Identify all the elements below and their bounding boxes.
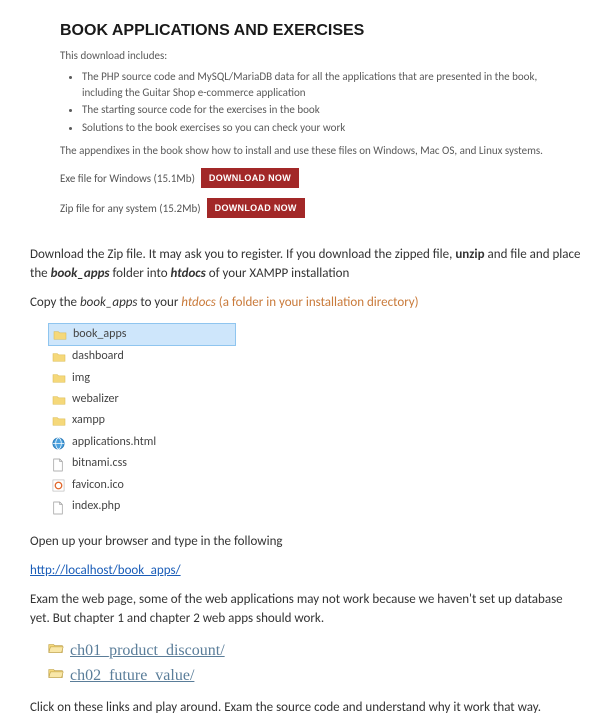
list-item: The starting source code for the exercis…: [82, 102, 552, 117]
folder-icon: [52, 372, 66, 384]
instruction-download: Download the Zip file. It may ask you to…: [30, 246, 582, 284]
page-title: BOOK APPLICATIONS AND EXERCISES: [60, 22, 552, 40]
globe-icon: [52, 437, 66, 449]
file-item[interactable]: xampp: [48, 410, 236, 431]
file-item[interactable]: index.php: [48, 496, 236, 517]
instructions-content: Download the Zip file. It may ask you to…: [20, 246, 592, 718]
localhost-link[interactable]: http://localhost/book_apps/: [30, 563, 181, 578]
folder-icon: [52, 351, 66, 363]
app-link-row: ch01_product_discount/: [48, 639, 582, 662]
intro-text: This download includes:: [60, 48, 552, 63]
file-item[interactable]: book_apps: [48, 323, 236, 346]
file-name: bitnami.css: [72, 455, 127, 472]
file-name: webalizer: [72, 391, 119, 408]
file-icon: [52, 501, 66, 513]
edge-icon: [52, 479, 66, 491]
file-item[interactable]: dashboard: [48, 346, 236, 367]
download-row-exe: Exe file for Windows (15.1Mb) DOWNLOAD N…: [60, 168, 552, 188]
list-item: The PHP source code and MySQL/MariaDB da…: [82, 69, 552, 100]
instruction-browser: Open up your browser and type in the fol…: [30, 533, 582, 552]
instruction-play: Click on these links and play around. Ex…: [30, 699, 582, 718]
file-icon: [52, 458, 66, 470]
includes-list: The PHP source code and MySQL/MariaDB da…: [82, 69, 552, 135]
appendix-text: The appendixes in the book show how to i…: [60, 143, 552, 158]
app-link[interactable]: ch01_product_discount/: [70, 639, 225, 662]
file-item[interactable]: bitnami.css: [48, 453, 236, 474]
download-zip-button[interactable]: DOWNLOAD NOW: [207, 198, 305, 218]
folder-icon: [52, 415, 66, 427]
file-name: img: [72, 370, 90, 387]
download-row-zip: Zip file for any system (15.2Mb) DOWNLOA…: [60, 198, 552, 218]
file-explorer-list: book_apps dashboard img webalizer xampp appli…: [48, 323, 582, 518]
file-item[interactable]: webalizer: [48, 389, 236, 410]
file-item[interactable]: img: [48, 368, 236, 389]
app-links-block: ch01_product_discount/ch02_future_value/: [30, 639, 582, 687]
instruction-exam: Exam the web page, some of the web appli…: [30, 591, 582, 629]
download-exe-button[interactable]: DOWNLOAD NOW: [201, 168, 299, 188]
folder-open-icon: [48, 664, 64, 687]
file-name: applications.html: [72, 434, 156, 451]
folder-open-icon: [48, 639, 64, 662]
folder-icon: [52, 394, 66, 406]
file-item[interactable]: applications.html: [48, 432, 236, 453]
zip-label: Zip file for any system (15.2Mb): [60, 202, 201, 215]
file-name: index.php: [72, 498, 120, 515]
folder-icon: [53, 329, 67, 341]
instruction-copy: Copy the book_apps to your htdocs (a fol…: [30, 294, 582, 313]
file-name: xampp: [72, 412, 105, 429]
file-name: book_apps: [73, 326, 126, 343]
file-name: dashboard: [72, 348, 124, 365]
exe-label: Exe file for Windows (15.1Mb): [60, 172, 195, 185]
download-section: BOOK APPLICATIONS AND EXERCISES This dow…: [20, 14, 592, 236]
list-item: Solutions to the book exercises so you c…: [82, 120, 552, 135]
file-name: favicon.ico: [72, 477, 124, 494]
file-item[interactable]: favicon.ico: [48, 475, 236, 496]
app-link-row: ch02_future_value/: [48, 664, 582, 687]
app-link[interactable]: ch02_future_value/: [70, 664, 194, 687]
